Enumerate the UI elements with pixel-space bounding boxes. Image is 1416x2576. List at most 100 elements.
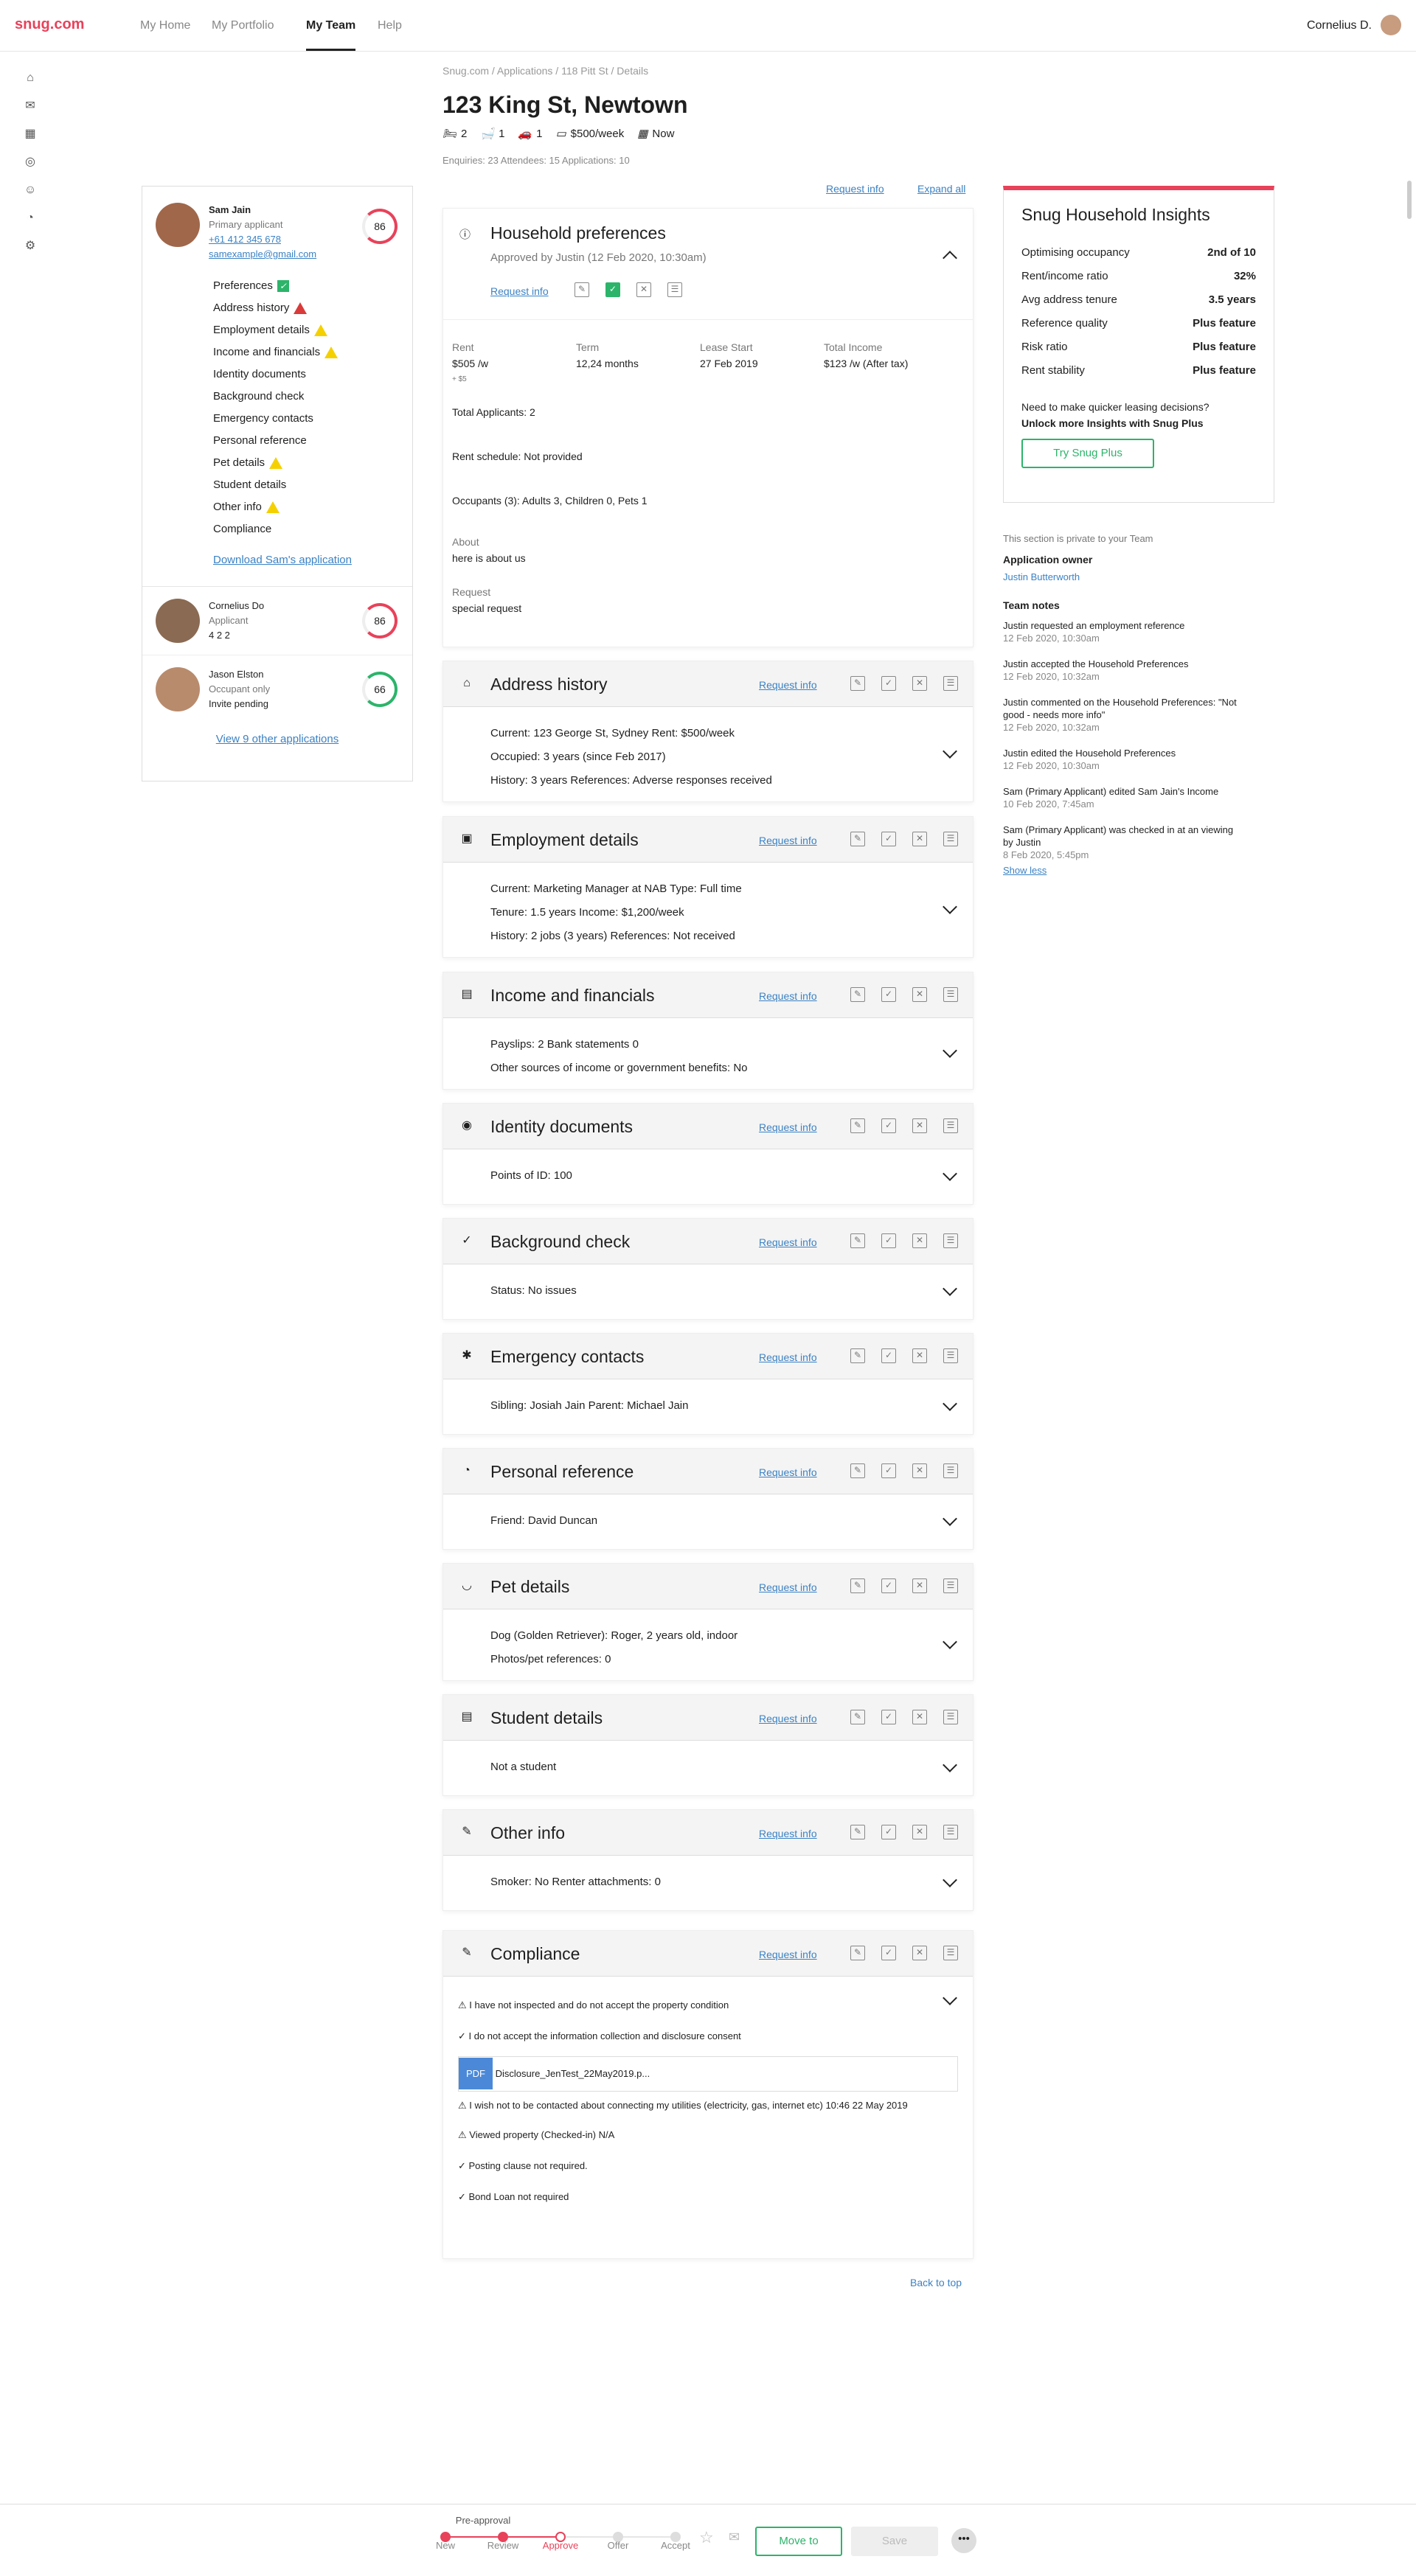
applicant-email[interactable]: samexample@gmail.com: [209, 247, 316, 262]
chevron-down-icon[interactable]: [943, 1511, 957, 1526]
applicant-row[interactable]: Cornelius Do Applicant 4 2 2 86: [142, 587, 412, 655]
reject-icon[interactable]: ✕: [912, 1710, 927, 1724]
view-other-applications[interactable]: View 9 other applications: [142, 733, 412, 745]
mail-icon[interactable]: ✉: [729, 2530, 740, 2545]
approve-icon[interactable]: ✓: [881, 1578, 896, 1593]
section-link[interactable]: Pet details: [213, 452, 412, 474]
edit-icon[interactable]: ✎: [850, 832, 865, 846]
section-link[interactable]: Emergency contacts: [213, 408, 412, 430]
reject-icon[interactable]: ✕: [912, 676, 927, 691]
primary-applicant[interactable]: Sam Jain Primary applicant +61 412 345 6…: [142, 187, 412, 269]
chevron-down-icon[interactable]: [943, 1166, 957, 1181]
chevron-down-icon[interactable]: [943, 744, 957, 759]
nav-my-portfolio[interactable]: My Portfolio: [212, 19, 274, 32]
section-link[interactable]: Employment details: [213, 319, 412, 341]
try-snug-plus-button[interactable]: Try Snug Plus: [1021, 439, 1154, 468]
section-link[interactable]: Background check: [213, 386, 412, 408]
reject-icon[interactable]: ✕: [912, 1463, 927, 1478]
scrollbar[interactable]: [1407, 181, 1412, 219]
users-icon[interactable]: ☺: [22, 182, 38, 198]
step-offer[interactable]: Offer: [596, 2540, 640, 2551]
reject-icon[interactable]: ✕: [912, 1946, 927, 1960]
edit-icon[interactable]: ✎: [850, 1463, 865, 1478]
mail-icon[interactable]: ✉: [22, 98, 38, 114]
edit-icon[interactable]: ✎: [850, 1825, 865, 1839]
show-less-link[interactable]: Show less: [1003, 864, 1239, 877]
step-approve[interactable]: Approve: [538, 2540, 583, 2551]
step-new[interactable]: New: [423, 2540, 468, 2551]
section-link[interactable]: Address history: [213, 297, 412, 319]
comment-icon[interactable]: ☰: [943, 676, 958, 691]
comment-icon[interactable]: ☰: [667, 282, 682, 297]
download-application-link[interactable]: Download Sam's application: [213, 549, 412, 571]
approve-icon[interactable]: ✓: [881, 1233, 896, 1248]
request-info-link[interactable]: Request info: [759, 679, 817, 691]
approve-icon[interactable]: ✓: [881, 676, 896, 691]
section-link[interactable]: Other info: [213, 496, 412, 518]
user-menu[interactable]: Cornelius D.: [1307, 19, 1372, 32]
step-accept[interactable]: Accept: [653, 2540, 698, 2551]
edit-icon[interactable]: ✎: [850, 987, 865, 1002]
more-icon[interactable]: •••: [951, 2528, 976, 2553]
section-link[interactable]: Compliance: [213, 518, 412, 540]
chevron-down-icon[interactable]: [943, 1873, 957, 1887]
edit-icon[interactable]: ✎: [850, 1118, 865, 1133]
applicant-phone[interactable]: +61 412 345 678: [209, 232, 316, 247]
edit-icon[interactable]: ✎: [575, 282, 589, 297]
settings-icon[interactable]: ⚙: [22, 238, 38, 254]
reject-icon[interactable]: ✕: [912, 1233, 927, 1248]
expand-all-link[interactable]: Expand all: [917, 183, 965, 195]
chevron-down-icon[interactable]: [943, 1396, 957, 1411]
request-info-link[interactable]: Request info: [759, 1466, 817, 1478]
approve-icon[interactable]: ✓: [881, 987, 896, 1002]
chevron-down-icon[interactable]: [943, 899, 957, 914]
comment-icon[interactable]: ☰: [943, 987, 958, 1002]
approve-icon[interactable]: ✓: [881, 1463, 896, 1478]
request-info-link[interactable]: Request info: [759, 1713, 817, 1724]
edit-icon[interactable]: ✎: [850, 1710, 865, 1724]
comment-icon[interactable]: ☰: [943, 1946, 958, 1960]
edit-icon[interactable]: ✎: [850, 1233, 865, 1248]
request-info-link[interactable]: Request info: [759, 835, 817, 846]
section-link[interactable]: Personal reference: [213, 430, 412, 452]
chevron-down-icon[interactable]: [943, 1635, 957, 1649]
step-review[interactable]: Review: [481, 2540, 525, 2551]
request-info-link[interactable]: Request info: [759, 1949, 817, 1960]
request-info-link[interactable]: Request info: [759, 1236, 817, 1248]
move-to-button[interactable]: Move to: [755, 2527, 842, 2556]
comment-icon[interactable]: ☰: [943, 1463, 958, 1478]
comment-icon[interactable]: ☰: [943, 1118, 958, 1133]
section-link[interactable]: Preferences ✓: [213, 275, 412, 297]
section-link[interactable]: Income and financials: [213, 341, 412, 363]
comment-icon[interactable]: ☰: [943, 832, 958, 846]
request-info-link[interactable]: Request info: [490, 285, 549, 297]
edit-icon[interactable]: ✎: [850, 1348, 865, 1363]
request-info-link[interactable]: Request info: [759, 990, 817, 1002]
breadcrumb[interactable]: Snug.com / Applications / 118 Pitt St / …: [442, 65, 648, 77]
reject-icon[interactable]: ✕: [912, 832, 927, 846]
snug-logo[interactable]: snug.com: [15, 16, 84, 33]
owner-select[interactable]: Justin Butterworth: [1003, 571, 1239, 583]
nav-help[interactable]: Help: [378, 19, 402, 32]
request-info-link[interactable]: Request info: [759, 1581, 817, 1593]
edit-icon[interactable]: ✎: [850, 1946, 865, 1960]
chevron-up-icon[interactable]: [943, 251, 957, 265]
save-button[interactable]: Save: [851, 2527, 938, 2556]
section-link[interactable]: Identity documents: [213, 363, 412, 386]
applicant-row[interactable]: Jason Elston Occupant only Invite pending …: [142, 655, 412, 723]
reject-icon[interactable]: ✕: [636, 282, 651, 297]
request-info-link[interactable]: Request info: [759, 1351, 817, 1363]
calendar-icon[interactable]: ▦: [22, 126, 38, 142]
chevron-down-icon[interactable]: [943, 1758, 957, 1772]
approve-icon[interactable]: ✓: [881, 1118, 896, 1133]
approve-icon[interactable]: ✓: [881, 1946, 896, 1960]
comment-icon[interactable]: ☰: [943, 1710, 958, 1724]
chevron-down-icon[interactable]: [943, 1043, 957, 1058]
reject-icon[interactable]: ✕: [912, 1348, 927, 1363]
back-to-top-link[interactable]: Back to top: [910, 2277, 962, 2288]
dashboard-icon[interactable]: ⌂: [22, 70, 38, 86]
reject-icon[interactable]: ✕: [912, 1578, 927, 1593]
star-icon[interactable]: ☆: [699, 2528, 714, 2547]
pdf-attachment[interactable]: PDF Disclosure_JenTest_22May2019.p...: [458, 2056, 958, 2092]
nav-my-team[interactable]: My Team: [306, 19, 356, 51]
